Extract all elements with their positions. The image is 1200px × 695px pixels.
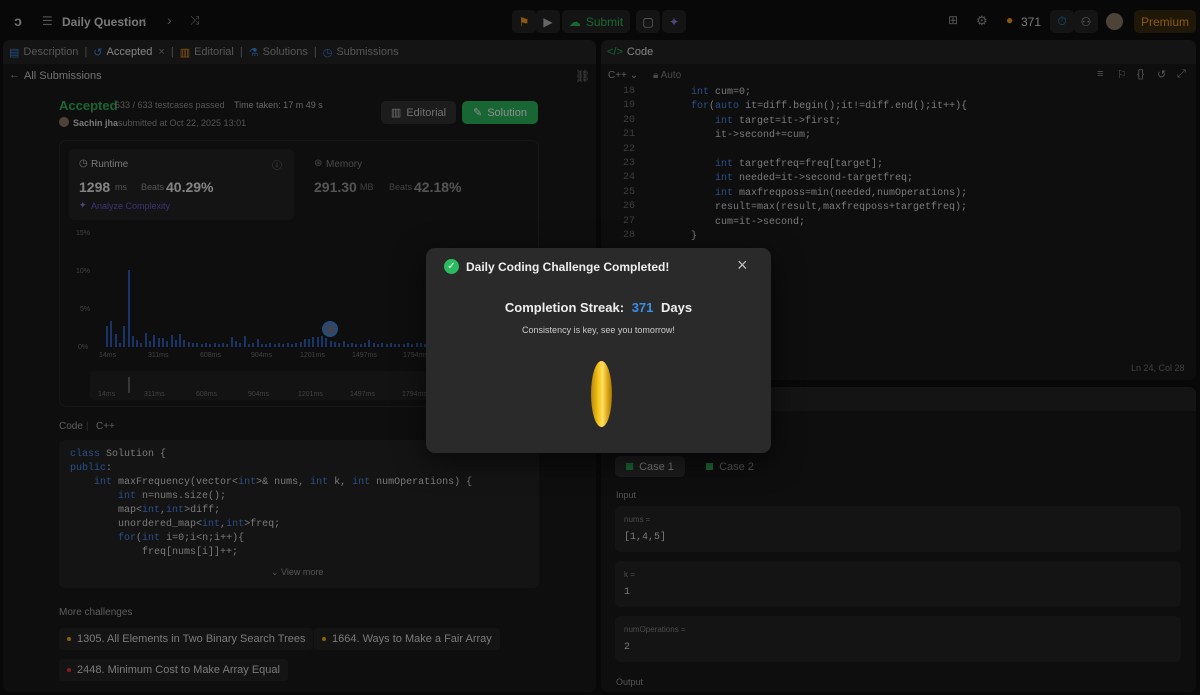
streak-unit: Days: [661, 300, 693, 315]
streak-value: 371: [631, 300, 654, 315]
modal-title: Daily Coding Challenge Completed!: [466, 260, 670, 274]
close-icon[interactable]: ×: [737, 255, 748, 276]
challenge-complete-modal: ✓ Daily Coding Challenge Completed! × Co…: [426, 248, 771, 453]
modal-subtitle: Consistency is key, see you tomorrow!: [522, 325, 675, 335]
streak-label: Completion Streak:: [504, 300, 625, 315]
streak-row: Completion Streak: 371 Days: [426, 300, 771, 315]
success-check-icon: ✓: [444, 259, 459, 274]
spinning-coin-icon: [591, 361, 612, 427]
